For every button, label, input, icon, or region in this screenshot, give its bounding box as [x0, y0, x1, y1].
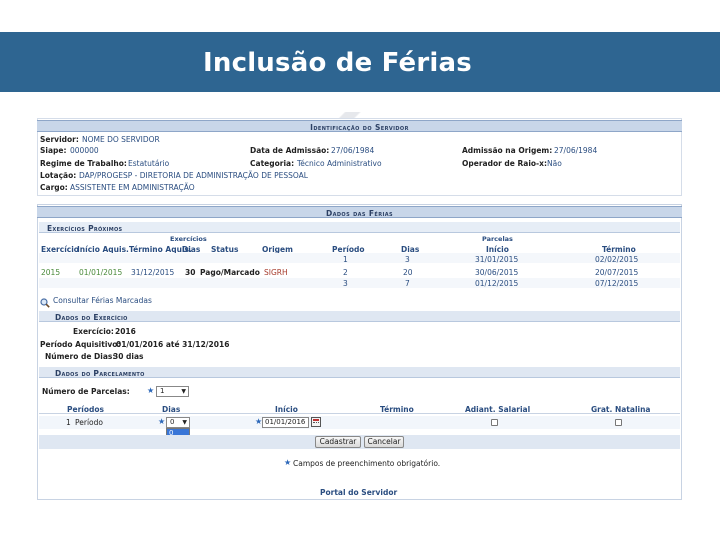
group-exercicios: Exercícios: [170, 235, 207, 243]
portal-servidor-link[interactable]: Portal do Servidor: [320, 489, 397, 497]
admissao-origem-value: 27/06/1984: [554, 146, 598, 155]
dias-select[interactable]: 0 ▼: [166, 417, 190, 428]
slide-title: Inclusão de Férias: [203, 48, 472, 78]
proximos-subheader: Exercícios Próximos: [39, 222, 680, 233]
table-row: [39, 253, 680, 263]
table-row: [39, 278, 680, 288]
magnifier-icon[interactable]: [40, 293, 50, 308]
parcela-3-inicio: 01/12/2015: [475, 279, 519, 288]
parcela-1-dias: 3: [405, 255, 410, 264]
servidor-value: NOME DO SERVIDOR: [82, 135, 160, 144]
cargo-value: ASSISTENTE EM ADMINISTRAÇÃO: [70, 183, 195, 192]
parcelamento-subheader: Dados do Parcelamento: [39, 367, 680, 378]
sigrh-screen: Identificação do Servidor Servidor: NOME…: [35, 112, 685, 502]
siape-value: 000000: [70, 146, 99, 155]
required-star-icon: ★: [158, 417, 166, 426]
operador-raio-x-label: Operador de Raio-x:: [462, 159, 547, 168]
operador-raio-x-value: Não: [547, 159, 562, 168]
periodo-aquisitivo-label: Período Aquisitivo:: [40, 340, 121, 349]
parcela-2-inicio: 30/06/2015: [475, 268, 519, 277]
cadastrar-button[interactable]: Cadastrar: [315, 436, 361, 448]
exercicio-label: Exercício:: [73, 327, 114, 336]
periodo-row-num: 1: [66, 418, 71, 427]
numero-parcelas-select[interactable]: 1 ▼: [156, 386, 189, 397]
data-admissao-label: Data de Admissão:: [250, 146, 330, 155]
parcela-2-termino: 20/07/2015: [595, 268, 639, 277]
grat-natalina-checkbox[interactable]: [615, 419, 622, 426]
exercicio-subheader: Dados do Exercício: [39, 311, 680, 322]
numero-dias-label: Número de Dias:: [45, 352, 116, 361]
lotacao-value: DAP/PROGESP - DIRETORIA DE ADMINISTRAÇÃO…: [79, 171, 308, 180]
col-dias-parc: Dias: [162, 405, 181, 414]
required-star-icon: ★: [284, 458, 292, 467]
calendar-icon[interactable]: [311, 417, 321, 427]
parcela-1-periodo: 1: [343, 255, 348, 264]
group-parcelas: Parcelas: [482, 235, 513, 243]
table-row: [39, 416, 680, 429]
col-inicio-parc: Início: [275, 405, 298, 414]
parcelamento-header-row: [39, 405, 680, 414]
adiant-salarial-checkbox[interactable]: [491, 419, 498, 426]
categoria-value: Técnico Administrativo: [297, 159, 382, 168]
numero-parcelas-label: Número de Parcelas:: [42, 387, 130, 396]
row-inicio-aquis: 01/01/2015: [79, 268, 123, 277]
required-note: Campos de preenchimento obrigatório.: [293, 459, 441, 468]
col-grat-natalina: Grat. Natalina: [591, 405, 651, 414]
admissao-origem-label: Admissão na Origem:: [462, 146, 553, 155]
row-origem: SIGRH: [264, 268, 288, 277]
parcela-3-termino: 07/12/2015: [595, 279, 639, 288]
ferias-header: Dados das Férias: [37, 206, 682, 218]
parcela-1-termino: 02/02/2015: [595, 255, 639, 264]
consultar-ferias-link[interactable]: Consultar Férias Marcadas: [53, 297, 152, 305]
col-termino-parc: Término: [380, 405, 414, 414]
periodo-row-label: Período: [75, 418, 103, 427]
data-admissao-value: 27/06/1984: [331, 146, 375, 155]
row-status: Pago/Marcado: [200, 268, 260, 277]
siape-label: Siape:: [40, 146, 67, 155]
exercicio-value: 2016: [115, 327, 136, 336]
parcela-2-periodo: 2: [343, 268, 348, 277]
cargo-label: Cargo:: [40, 183, 68, 192]
cancelar-button[interactable]: Cancelar: [364, 436, 404, 448]
parcela-1-inicio: 31/01/2015: [475, 255, 519, 264]
parcela-3-periodo: 3: [343, 279, 348, 288]
row-dias: 30: [185, 268, 196, 277]
numero-dias-value: 30 dias: [113, 352, 144, 361]
regime-label: Regime de Trabalho:: [40, 159, 127, 168]
col-adiant-salarial: Adiant. Salarial: [465, 405, 531, 414]
parcela-3-dias: 7: [405, 279, 410, 288]
regime-value: Estatutário: [128, 159, 170, 168]
required-star-icon: ★: [147, 386, 155, 395]
lotacao-label: Lotação:: [40, 171, 77, 180]
parcela-2-dias: 20: [403, 268, 413, 277]
server-info-header: Identificação do Servidor: [37, 120, 682, 132]
servidor-label: Servidor:: [40, 135, 79, 144]
periodo-aquisitivo-value: 01/01/2016 até 31/12/2016: [116, 340, 230, 349]
categoria-label: Categoria:: [250, 159, 295, 168]
row-termino-aquis: 31/12/2015: [131, 268, 175, 277]
row-exercicio[interactable]: 2015: [41, 269, 60, 277]
col-periodos: Períodos: [67, 405, 104, 414]
inicio-date-input[interactable]: 01/01/2016: [262, 417, 309, 428]
